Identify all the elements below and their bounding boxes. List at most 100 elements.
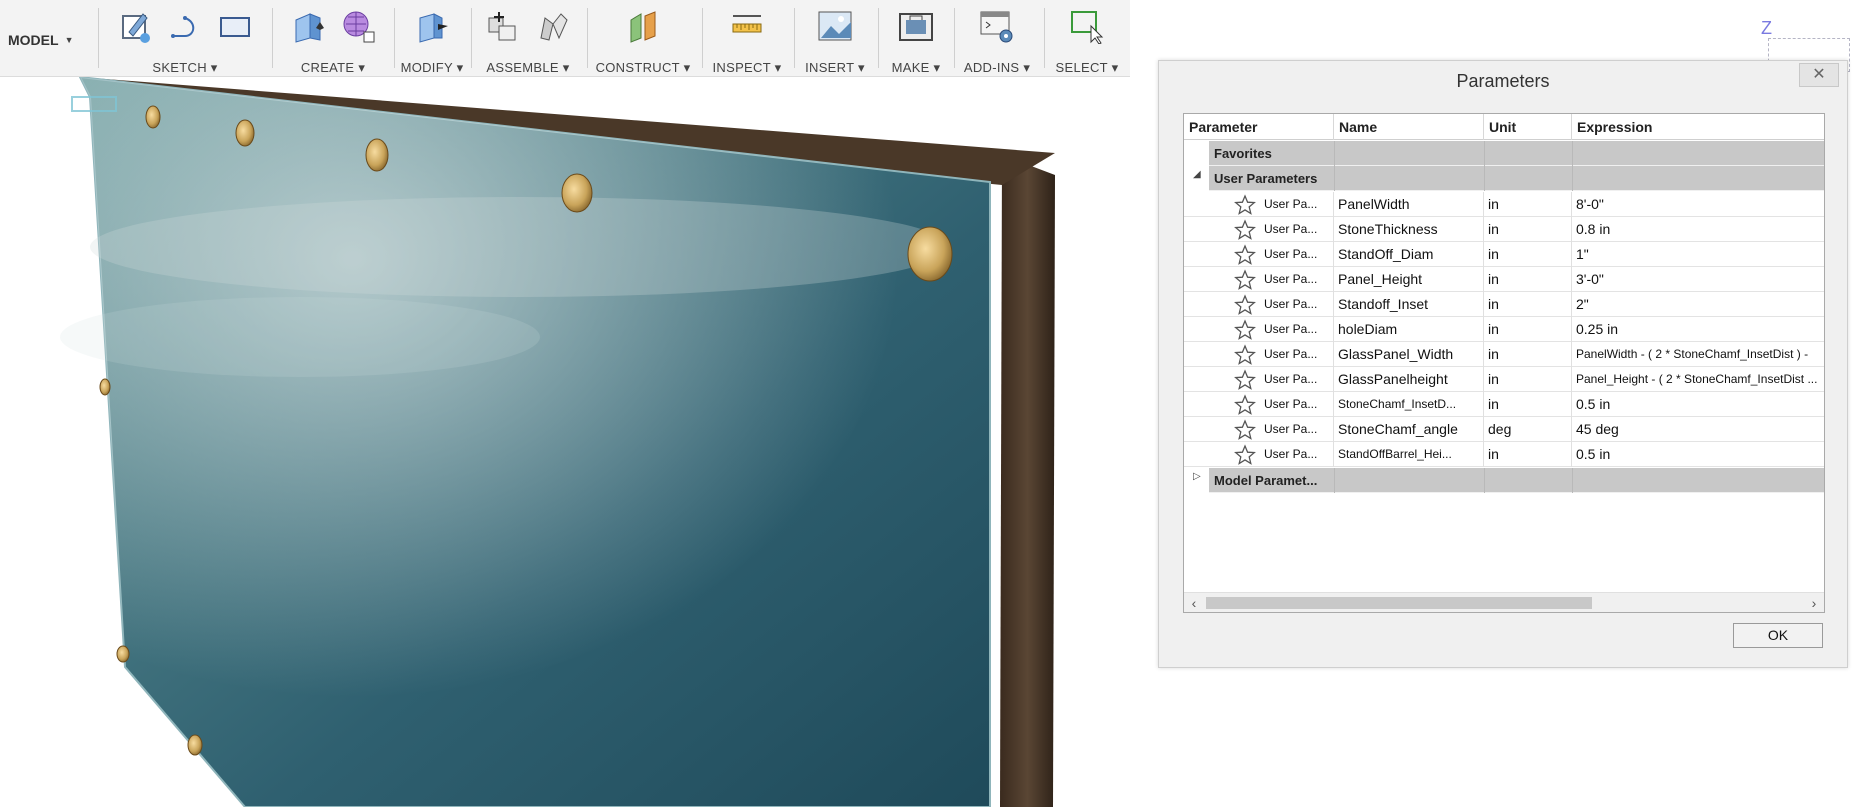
cell-expression[interactable]: 1" [1572, 242, 1824, 267]
cell-name[interactable]: GlassPanel_Width [1334, 342, 1484, 367]
rectangle-icon[interactable] [217, 8, 253, 44]
scrollbar-thumb[interactable] [1206, 597, 1592, 609]
cell-unit[interactable]: in [1484, 217, 1572, 242]
table-row[interactable]: User Pa... StoneChamf_InsetD... in 0.5 in [1184, 392, 1824, 417]
table-row[interactable]: User Pa... Panel_Height in 3'-0" [1184, 267, 1824, 292]
joint-icon[interactable] [535, 8, 571, 44]
expand-triangle-icon[interactable]: ▷ [1193, 471, 1201, 482]
group-row-user-parameters[interactable]: User Parameters [1209, 166, 1824, 191]
table-row[interactable]: User Pa... StandOffBarrel_Hei... in 0.5 in [1184, 442, 1824, 467]
favorite-star-icon[interactable] [1234, 344, 1256, 366]
toolbar-label-make[interactable]: MAKE ▾ [884, 60, 948, 76]
toolbar-label-modify[interactable]: MODIFY ▾ [398, 60, 466, 76]
select-window-icon[interactable] [1069, 8, 1105, 45]
table-row[interactable]: User Pa... StoneThickness in 0.8 in [1184, 217, 1824, 242]
collapse-triangle-icon[interactable]: ◢ [1193, 169, 1201, 180]
insert-image-icon[interactable] [817, 8, 853, 44]
table-row[interactable]: User Pa... GlassPanel_Width in PanelWidth -… [1184, 342, 1824, 367]
toolbar-divider [702, 8, 703, 68]
cell-unit[interactable]: in [1484, 317, 1572, 342]
scripts-addins-icon[interactable] [979, 8, 1015, 44]
cell-name[interactable]: StoneChamf_InsetD... [1334, 392, 1484, 417]
form-icon[interactable] [340, 8, 376, 44]
canvas-viewport[interactable] [0, 77, 1160, 807]
table-row[interactable]: User Pa... GlassPanelheight in Panel_Height… [1184, 367, 1824, 392]
table-row[interactable]: User Pa... holeDiam in 0.25 in [1184, 317, 1824, 342]
cell-expression[interactable]: 0.5 in [1572, 392, 1824, 417]
column-header-name[interactable]: Name [1334, 114, 1484, 140]
cell-expression[interactable]: 8'-0" [1572, 192, 1824, 217]
cell-expression[interactable]: 0.8 in [1572, 217, 1824, 242]
cell-expression[interactable]: 45 deg [1572, 417, 1824, 442]
toolbar-label-sketch[interactable]: SKETCH ▾ [105, 60, 265, 76]
toolbar-label-create[interactable]: CREATE ▾ [278, 60, 388, 76]
favorite-star-icon[interactable] [1234, 219, 1256, 241]
favorite-star-icon[interactable] [1234, 369, 1256, 391]
table-row[interactable]: User Pa... StandOff_Diam in 1" [1184, 242, 1824, 267]
3d-print-icon[interactable] [898, 8, 934, 44]
cell-expression[interactable]: Panel_Height - ( 2 * StoneChamf_InsetDis… [1572, 367, 1824, 392]
line-arc-icon[interactable] [167, 8, 203, 44]
group-row-model-parameters[interactable]: Model Paramet... [1209, 468, 1824, 493]
favorite-star-icon[interactable] [1234, 394, 1256, 416]
horizontal-scrollbar[interactable]: ‹ › [1184, 592, 1824, 612]
workspace-switcher-button[interactable]: MODEL ▼ [8, 28, 73, 52]
column-header-parameter[interactable]: Parameter [1184, 114, 1334, 140]
table-row[interactable]: User Pa... PanelWidth in 8'-0" [1184, 192, 1824, 217]
table-row[interactable]: User Pa... StoneChamf_angle deg 45 deg [1184, 417, 1824, 442]
viewcube-z-axis-label[interactable]: Z [1761, 18, 1772, 39]
press-pull-icon[interactable] [414, 8, 450, 44]
close-icon[interactable]: ✕ [1799, 63, 1839, 87]
cell-name[interactable]: Standoff_Inset [1334, 292, 1484, 317]
cell-name[interactable]: holeDiam [1334, 317, 1484, 342]
scroll-left-icon[interactable]: ‹ [1184, 593, 1204, 612]
toolbar-label-add-ins[interactable]: ADD-INS ▾ [958, 60, 1036, 76]
cell-unit[interactable]: in [1484, 242, 1572, 267]
favorite-star-icon[interactable] [1234, 244, 1256, 266]
cell-name[interactable]: PanelWidth [1334, 192, 1484, 217]
favorite-star-icon[interactable] [1234, 269, 1256, 291]
toolbar-label-inspect[interactable]: INSPECT ▾ [708, 60, 786, 76]
cell-unit[interactable]: in [1484, 342, 1572, 367]
cell-unit[interactable]: in [1484, 267, 1572, 292]
table-row[interactable]: User Pa... Standoff_Inset in 2" [1184, 292, 1824, 317]
cell-expression[interactable]: 0.25 in [1572, 317, 1824, 342]
favorite-star-icon[interactable] [1234, 194, 1256, 216]
cell-name[interactable]: StandOffBarrel_Hei... [1334, 442, 1484, 467]
cell-unit[interactable]: deg [1484, 417, 1572, 442]
toolbar-label-insert[interactable]: INSERT ▾ [800, 60, 870, 76]
toolbar-label-assemble[interactable]: ASSEMBLE ▾ [478, 60, 578, 76]
cell-name[interactable]: Panel_Height [1334, 267, 1484, 292]
cell-name[interactable]: StoneChamf_angle [1334, 417, 1484, 442]
favorite-star-icon[interactable] [1234, 319, 1256, 341]
cell-expression[interactable]: 2" [1572, 292, 1824, 317]
favorite-star-icon[interactable] [1234, 444, 1256, 466]
column-header-unit[interactable]: Unit [1484, 114, 1572, 140]
column-header-expression[interactable]: Expression [1572, 114, 1824, 140]
scroll-right-icon[interactable]: › [1804, 593, 1824, 612]
cell-unit[interactable]: in [1484, 392, 1572, 417]
create-sketch-icon[interactable] [117, 8, 153, 44]
new-component-icon[interactable] [485, 8, 521, 44]
cell-unit[interactable]: in [1484, 367, 1572, 392]
toolbar-label-construct[interactable]: CONSTRUCT ▾ [593, 60, 693, 76]
group-row-favorites[interactable]: Favorites [1209, 141, 1824, 166]
favorite-star-icon[interactable] [1234, 294, 1256, 316]
cell-expression[interactable]: 3'-0" [1572, 267, 1824, 292]
cell-unit[interactable]: in [1484, 442, 1572, 467]
toolbar-divider [98, 8, 99, 68]
toolbar-label-select[interactable]: SELECT ▾ [1050, 60, 1124, 76]
measure-icon[interactable] [729, 8, 765, 44]
cell-unit[interactable]: in [1484, 292, 1572, 317]
favorite-star-icon[interactable] [1234, 419, 1256, 441]
cell-expression[interactable]: 0.5 in [1572, 442, 1824, 467]
extrude-icon[interactable] [290, 8, 326, 44]
offset-plane-icon[interactable] [625, 8, 661, 44]
cell-expression[interactable]: PanelWidth - ( 2 * StoneChamf_InsetDist … [1572, 342, 1824, 367]
ok-button[interactable]: OK [1733, 623, 1823, 648]
cell-unit[interactable]: in [1484, 192, 1572, 217]
cell-name[interactable]: GlassPanelheight [1334, 367, 1484, 392]
cell-name[interactable]: StandOff_Diam [1334, 242, 1484, 267]
cell-name[interactable]: StoneThickness [1334, 217, 1484, 242]
cell-parameter-type: User Pa... [1264, 317, 1334, 342]
